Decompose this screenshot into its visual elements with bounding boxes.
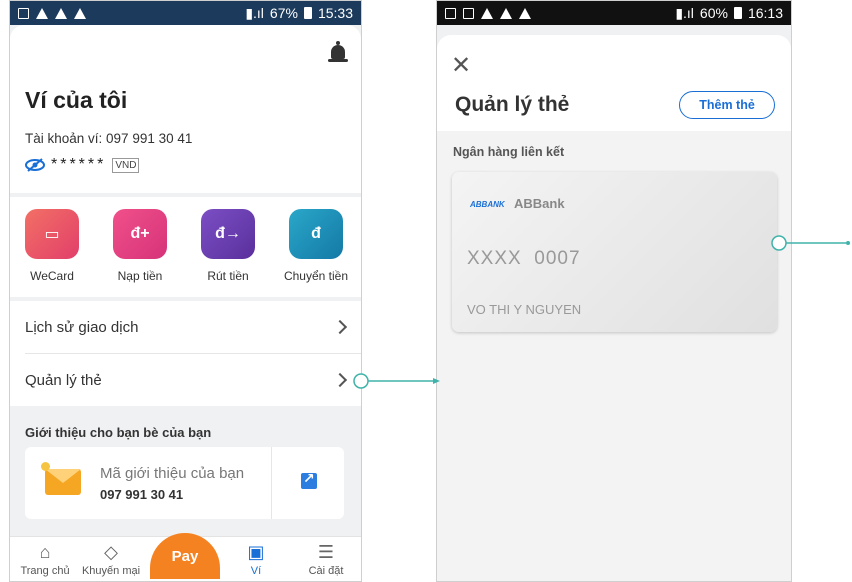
flow-connector [353, 235, 850, 389]
